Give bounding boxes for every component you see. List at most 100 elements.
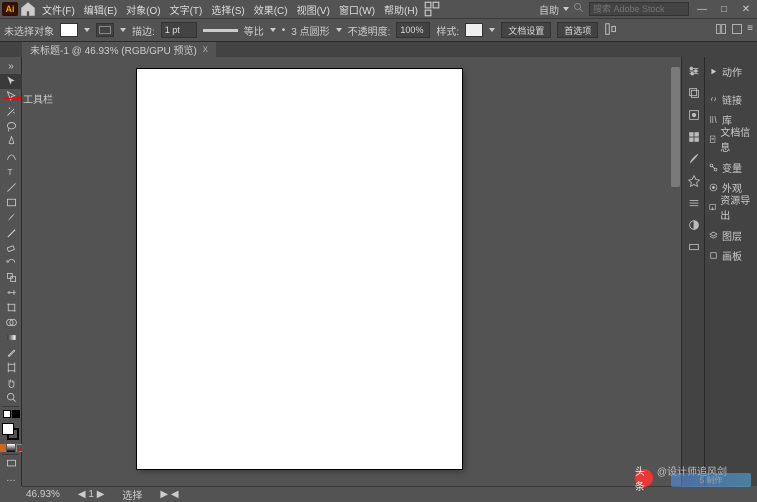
edit-toolbar-icon[interactable]: …	[0, 471, 22, 486]
fill-swatch[interactable]	[60, 23, 78, 37]
menu-effect[interactable]: 效果(C)	[250, 2, 292, 17]
panel-toggle-icon[interactable]	[715, 23, 727, 38]
lasso-tool[interactable]	[0, 119, 22, 134]
brushes-panel-icon[interactable]	[682, 149, 705, 169]
panel-artboards[interactable]: 画板	[705, 245, 757, 265]
scrollbar-thumb[interactable]	[671, 67, 680, 187]
arrow-icon	[3, 98, 21, 99]
rectangle-tool[interactable]	[0, 195, 22, 210]
tool-hint: 选择	[122, 487, 142, 502]
stroke-weight-input[interactable]	[161, 22, 197, 38]
eyedropper-tool[interactable]	[0, 345, 22, 360]
preferences-button[interactable]: 首选项	[557, 22, 598, 38]
vertical-scrollbar[interactable]	[670, 57, 681, 486]
selection-tool[interactable]	[0, 74, 22, 89]
menu-window[interactable]: 窗口(W)	[335, 2, 379, 17]
home-icon[interactable]	[19, 2, 37, 16]
menu-view[interactable]: 视图(V)	[293, 2, 334, 17]
opacity-input[interactable]	[396, 22, 430, 38]
panel-toggle-icon[interactable]	[731, 23, 743, 38]
screen-mode-tool[interactable]	[0, 456, 22, 471]
menu-file[interactable]: 文件(F)	[38, 2, 79, 17]
type-tool[interactable]: T	[0, 164, 22, 179]
curvature-tool[interactable]	[0, 149, 22, 164]
line-tool[interactable]	[0, 180, 22, 195]
stroke-preview-icon[interactable]	[203, 29, 238, 32]
artboard[interactable]	[137, 69, 462, 469]
menu-edit[interactable]: 编辑(E)	[80, 2, 121, 17]
draw-mode-icons[interactable]	[0, 442, 22, 453]
toolbar-expand-icon[interactable]: »	[0, 59, 22, 74]
gradient-tool[interactable]	[0, 330, 22, 345]
zoom-level[interactable]: 46.93%	[26, 489, 60, 500]
eraser-tool[interactable]	[0, 240, 22, 255]
panel-variables[interactable]: 变量	[705, 157, 757, 177]
panel-dock-icons	[681, 57, 704, 486]
swatches-panel-icon[interactable]	[682, 127, 705, 147]
chevron-down-icon[interactable]	[270, 28, 276, 32]
properties-panel-icon[interactable]	[682, 61, 705, 81]
menu-type[interactable]: 文字(T)	[166, 2, 207, 17]
minimize-icon[interactable]: —	[693, 2, 711, 16]
fill-stroke-control[interactable]	[0, 421, 22, 440]
hand-tool[interactable]	[0, 375, 22, 390]
search-icon[interactable]	[573, 2, 585, 17]
layout-icon[interactable]	[423, 2, 441, 16]
rotate-tool[interactable]	[0, 255, 22, 270]
color-toggle-icon[interactable]	[0, 408, 22, 419]
annotation-text: 工具栏	[23, 91, 53, 106]
paintbrush-tool[interactable]	[0, 210, 22, 225]
menu-help[interactable]: 帮助(H)	[380, 2, 422, 17]
chevron-down-icon[interactable]	[336, 28, 342, 32]
layers-panel-icon[interactable]	[682, 83, 705, 103]
stroke-label: 描边:	[132, 23, 155, 38]
scale-tool[interactable]	[0, 270, 22, 285]
panel-menu-icon[interactable]: ≡	[747, 23, 753, 38]
opacity-label: 不透明度:	[348, 23, 391, 38]
adobe-stock-search[interactable]	[589, 2, 689, 16]
gradient-panel-icon[interactable]	[682, 237, 705, 257]
color-panel-icon[interactable]	[682, 215, 705, 235]
panel-links[interactable]: 链接	[705, 89, 757, 109]
status-bar: 46.93% ◀ 1 ▶ 选择 ▶ ◀	[22, 486, 681, 501]
libraries-panel-icon[interactable]	[682, 105, 705, 125]
close-icon[interactable]: ✕	[737, 2, 755, 16]
canvas-area[interactable]	[22, 57, 681, 486]
no-selection-label: 未选择对象	[4, 23, 54, 38]
self-label: 自助	[539, 2, 559, 17]
svg-text:T: T	[7, 168, 12, 177]
stroke-panel-icon[interactable]	[682, 193, 705, 213]
shaper-tool[interactable]	[0, 225, 22, 240]
style-swatch[interactable]	[465, 23, 483, 37]
symbols-panel-icon[interactable]	[682, 171, 705, 191]
free-transform-tool[interactable]	[0, 300, 22, 315]
artboard-nav[interactable]: ◀ 1 ▶	[78, 489, 105, 500]
maximize-icon[interactable]: □	[715, 2, 733, 16]
panel-actions[interactable]: 动作	[705, 61, 757, 81]
style-label: 样式:	[436, 23, 459, 38]
uniform-label[interactable]: 等比	[244, 23, 264, 38]
document-setup-button[interactable]: 文档设置	[501, 22, 551, 38]
shape-builder-tool[interactable]	[0, 315, 22, 330]
panel-asset-export[interactable]: 资源导出	[705, 197, 757, 217]
chevron-down-icon[interactable]	[120, 28, 126, 32]
menu-object[interactable]: 对象(O)	[122, 2, 164, 17]
chevron-down-icon[interactable]	[489, 28, 495, 32]
panel-layers[interactable]: 图层	[705, 225, 757, 245]
pen-tool[interactable]	[0, 134, 22, 149]
chevron-down-icon[interactable]	[563, 7, 569, 11]
annotation: 工具栏	[3, 91, 53, 106]
stroke-swatch[interactable]	[96, 23, 114, 37]
document-tab[interactable]: 未标题-1 @ 46.93% (RGB/GPU 预览) x	[22, 42, 216, 57]
panel-document-info[interactable]: 文档信息	[705, 129, 757, 149]
document-title: 未标题-1 @ 46.93% (RGB/GPU 预览)	[30, 42, 197, 57]
menu-select[interactable]: 选择(S)	[207, 2, 248, 17]
chevron-down-icon[interactable]	[84, 28, 90, 32]
brush-label[interactable]: 3 点圆形	[291, 23, 329, 38]
magic-wand-tool[interactable]	[0, 104, 22, 119]
zoom-tool[interactable]	[0, 390, 22, 405]
width-tool[interactable]	[0, 285, 22, 300]
artboard-tool[interactable]	[0, 360, 22, 375]
close-tab-icon[interactable]: x	[203, 44, 208, 55]
align-icon[interactable]	[604, 22, 618, 39]
